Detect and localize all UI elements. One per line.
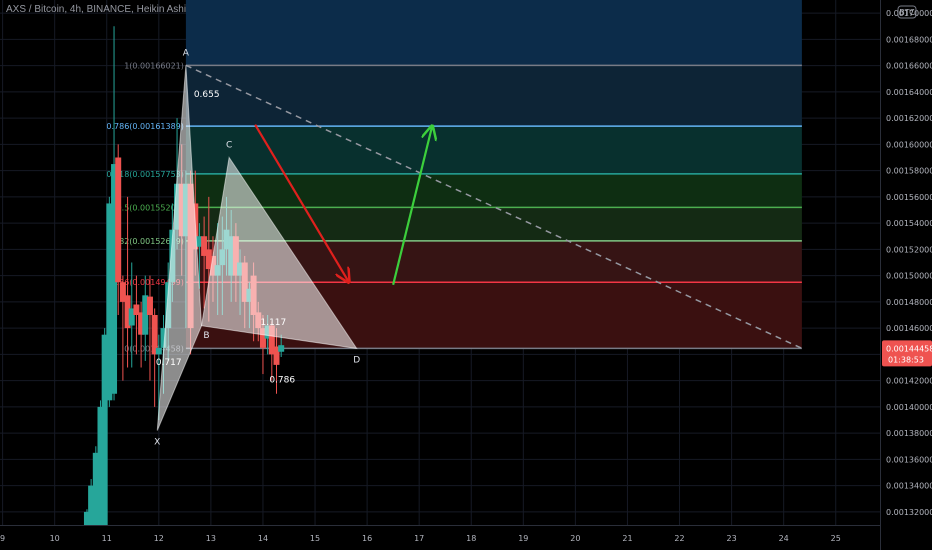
time-tick-label: 24 (779, 534, 789, 543)
harmonic-ratio-label: 0.717 (156, 358, 182, 368)
price-tick-label: 0.00160000 (886, 140, 932, 149)
time-tick-label: 17 (414, 534, 424, 543)
currency-badge[interactable]: BTC (897, 5, 917, 19)
price-tick-label: 0.00150000 (886, 272, 932, 281)
time-tick-label: 18 (466, 534, 476, 543)
fib-zone (185, 65, 802, 127)
harmonic-ratio-label: 1.117 (260, 318, 286, 328)
time-tick-label: 10 (50, 534, 60, 543)
harmonic-point-label: C (226, 141, 232, 151)
harmonic-point-label: B (203, 331, 209, 341)
candle-body (278, 345, 285, 352)
price-tick-label: 0.00164000 (886, 88, 932, 97)
price-tick-label: 0.00142000 (886, 377, 932, 386)
fib-level-label: 0.786(0.00161389) (106, 122, 184, 131)
price-tick-label: 0.00134000 (886, 482, 932, 491)
time-tick-label: 23 (727, 534, 737, 543)
candle-body (115, 157, 122, 283)
price-chart[interactable]: 1(0.00166021)0.786(0.00161389)0.618(0.00… (0, 0, 932, 550)
harmonic-ratio-label: 0.655 (194, 90, 220, 100)
chart-title: AXS / Bitcoin, 4h, BINANCE, Heikin Ashi (6, 4, 187, 15)
fib-level-label: 0.5(0.00155201) (117, 203, 184, 212)
time-tick-label: 15 (310, 534, 320, 543)
harmonic-point-label: A (183, 48, 190, 58)
harmonic-point-label: X (154, 438, 160, 448)
price-tick-label: 0.00154000 (886, 219, 932, 228)
price-tick-label: 0.00148000 (886, 298, 932, 307)
price-tick-label: 0.00152000 (886, 245, 932, 254)
price-tick-label: 0.00156000 (886, 193, 932, 202)
time-axis[interactable]: 9 10 11 12 13 14 15 16 17 18 19 20 21 22 23 24 25 (0, 525, 880, 550)
time-axis-bg (0, 525, 880, 550)
price-tick-label: 0.00158000 (886, 167, 932, 176)
last-price-label: 0.00144458 01:38:53 (882, 340, 932, 367)
last-price-value: 0.00144458 (886, 344, 932, 353)
fib-zone-upper (185, 0, 802, 66)
time-tick-label: 19 (518, 534, 528, 543)
time-tick-label: 25 (831, 534, 841, 543)
price-tick-label: 0.00138000 (886, 429, 932, 438)
time-tick-label: 22 (674, 534, 684, 543)
price-tick-label: 0.00140000 (886, 403, 932, 412)
time-tick-label: 11 (102, 534, 112, 543)
price-tick-label: 0.00132000 (886, 508, 932, 517)
time-tick-label: 9 (0, 534, 5, 543)
price-tick-label: 0.00168000 (886, 35, 932, 44)
time-tick-label: 16 (362, 534, 372, 543)
candle-body (146, 296, 153, 315)
fib-zone (185, 173, 802, 208)
time-tick-label: 20 (570, 534, 580, 543)
currency-badge-text: BTC (899, 8, 915, 17)
price-tick-label: 0.00166000 (886, 62, 932, 71)
price-tick-label: 0.00162000 (886, 114, 932, 123)
time-tick-label: 14 (258, 534, 268, 543)
time-tick-label: 21 (622, 534, 632, 543)
candle-body (155, 347, 162, 355)
bar-countdown: 01:38:53 (888, 355, 924, 364)
price-tick-label: 0.00146000 (886, 324, 932, 333)
time-tick-label: 12 (154, 534, 164, 543)
harmonic-ratio-label: 0.786 (269, 376, 295, 386)
time-tick-label: 13 (206, 534, 216, 543)
fib-level-label: 1(0.00166021) (124, 61, 184, 70)
price-axis[interactable]: 0.00132000 0.00134000 0.00136000 0.00138000… (880, 0, 932, 550)
fib-zone (185, 126, 802, 174)
price-tick-label: 0.00136000 (886, 455, 932, 464)
harmonic-point-label: D (353, 355, 360, 365)
